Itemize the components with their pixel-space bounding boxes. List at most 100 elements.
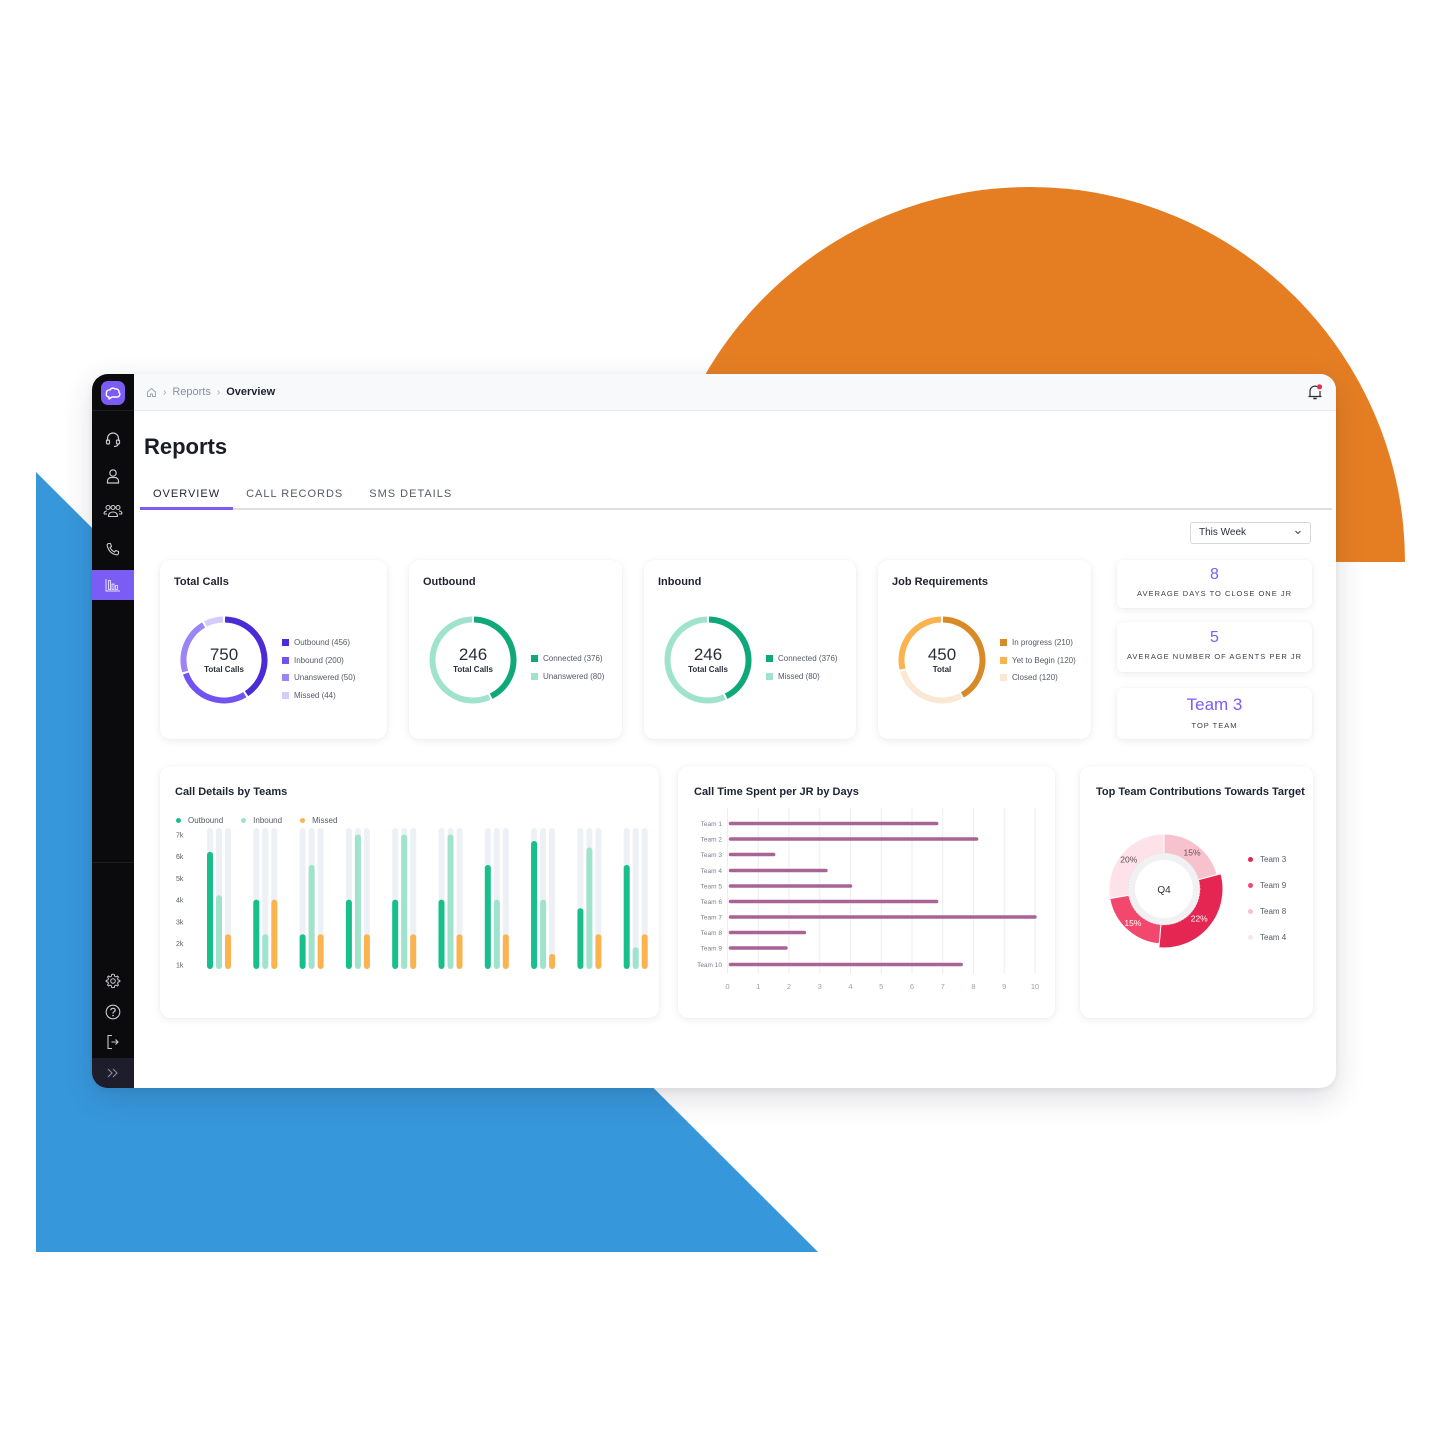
call-time-hbar-chart: 0 1 2 3 4 5 6 7 8 9 10 Team 1 Team 2 Team 3 Team 4 Team…: [697, 808, 1039, 991]
legend-label: Yet to Begin (120): [1012, 655, 1076, 665]
bar-outbound: [253, 899, 260, 969]
card-title: Inbound: [658, 576, 702, 588]
slice-percent-label: 20%: [1120, 854, 1137, 864]
inbound-card: Inbound 246 Total Calls Connected (376) Mis…: [644, 560, 856, 739]
legend-swatch: [1000, 639, 1007, 647]
bar-track: [549, 828, 556, 969]
donut-chart: 246 Total Calls: [662, 614, 754, 706]
card-title: Total Calls: [174, 576, 229, 588]
breadcrumb-reports[interactable]: Reports: [172, 386, 211, 398]
y-tick-label: 3k: [176, 919, 184, 926]
bar-inbound: [540, 899, 547, 969]
legend-label: Missed (44): [294, 690, 336, 700]
breadcrumb-separator: ›: [216, 386, 221, 398]
headset-icon: [105, 431, 121, 447]
stat-value: Team 3: [1186, 695, 1243, 714]
bar-outbound: [207, 851, 213, 969]
donut-total: 246: [693, 645, 723, 664]
bar-inbound: [262, 934, 269, 969]
call-time-spent-card: Call Time Spent per JR by Days 012345678…: [678, 766, 1055, 1018]
bar-outbound: [531, 841, 538, 969]
legend-item: Unanswered (80): [531, 668, 604, 686]
x-tick-label: 4: [848, 982, 852, 991]
legend-label: In progress (210): [1012, 638, 1073, 648]
home-icon[interactable]: [146, 387, 157, 398]
x-tick-label: 2: [787, 982, 791, 991]
bar-inbound: [493, 899, 500, 969]
legend-dot: [1248, 934, 1253, 940]
legend-label: Missed (80): [778, 671, 820, 681]
donut-center: 450 Total: [896, 614, 988, 706]
stat-card-top-team: Team 3 TOP TEAM: [1117, 688, 1312, 739]
x-tick-label: 0: [725, 982, 729, 991]
breadcrumb-current: Overview: [226, 386, 276, 398]
bar-missed: [410, 934, 417, 969]
logout-icon: [107, 1034, 119, 1050]
sidebar-item-reports[interactable]: [92, 570, 134, 600]
stat-value: 5: [1210, 629, 1219, 646]
donut-total-label: Total Calls: [204, 665, 244, 674]
date-range-select[interactable]: This Week: [1190, 522, 1311, 544]
donut-total-label: Total: [932, 665, 952, 674]
legend-label: Connected (376): [778, 654, 838, 664]
y-tick-label: Team 8: [701, 930, 723, 937]
donut-total: 450: [927, 645, 957, 664]
bar-missed: [456, 934, 463, 969]
y-tick-label: Team 2: [701, 837, 723, 844]
bar-missed: [641, 934, 648, 969]
donut-chart: 450 Total: [896, 614, 988, 706]
app-logo[interactable]: [101, 381, 125, 405]
sidebar-item-logout[interactable]: [92, 1027, 134, 1057]
x-tick-label: 3: [818, 982, 822, 991]
notification-dot: [1316, 384, 1323, 390]
stat-label: AVERAGE DAYS TO CLOSE ONE JR: [1137, 589, 1292, 598]
bar-inbound: [354, 834, 361, 969]
y-tick-label: Team 6: [701, 899, 723, 906]
legend-item: Team 3: [1248, 846, 1286, 872]
top-team-contributions-card: Top Team Contributions Towards Target Q4…: [1080, 766, 1313, 1018]
bar-outbound: [438, 899, 445, 969]
sidebar-item-contacts[interactable]: [92, 461, 134, 491]
bar-outbound: [345, 899, 352, 969]
sidebar-expand-button[interactable]: [92, 1058, 134, 1088]
call-details-bar-chart: 1k2k3k4k5k6k7kTeam 1Team 2Team 3Team 4Te…: [176, 828, 648, 970]
user-icon: [106, 469, 120, 484]
sidebar-item-teams[interactable]: [92, 496, 134, 526]
bar-missed: [595, 934, 602, 969]
sidebar-item-calls-center[interactable]: [92, 424, 134, 454]
card-title: Outbound: [423, 576, 476, 588]
legend-item: In progress (210): [1000, 634, 1076, 652]
legend-item: Team 4: [1248, 924, 1286, 950]
legend-swatch: [282, 656, 289, 664]
donut-legend: Outbound (456) Inbound (200) Unanswered (5…: [282, 634, 355, 704]
date-range-value: This Week: [1199, 527, 1247, 538]
legend-item: Team 9: [1248, 872, 1286, 898]
bell-icon: [1308, 384, 1323, 400]
sidebar-item-dialer[interactable]: [92, 534, 134, 564]
x-tick-label: 1: [756, 982, 760, 991]
legend-label: Inbound (200): [294, 655, 344, 665]
bar-outbound: [577, 908, 584, 969]
y-tick-label: Team 4: [701, 868, 723, 875]
legend-item: Unanswered (50): [282, 669, 355, 687]
call-details-by-teams-card: Call Details by Teams Outbound Inbound M…: [160, 766, 659, 1018]
notifications-button[interactable]: [1306, 383, 1324, 401]
stat-card-avg-agents: 5 AVERAGE NUMBER OF AGENTS PER JR: [1117, 622, 1312, 672]
stat-card-avg-days: 8 AVERAGE DAYS TO CLOSE ONE JR: [1117, 560, 1312, 608]
y-tick-label: Team 5: [701, 884, 723, 891]
x-tick-label: 6: [910, 982, 914, 991]
sidebar-item-settings[interactable]: [92, 966, 134, 996]
donut-legend: Connected (376) Missed (80): [766, 650, 838, 685]
tab-call-records[interactable]: CALL RECORDS: [233, 482, 356, 510]
legend-swatch: [766, 655, 773, 663]
legend-swatch: [531, 655, 538, 663]
sidebar-divider: [92, 410, 134, 411]
card-title: Job Requirements: [892, 576, 988, 588]
sidebar: [92, 374, 134, 1088]
sidebar-item-help[interactable]: [92, 997, 134, 1027]
app-window: › Reports › Overview Reports OVERVIEW CA…: [92, 374, 1336, 1088]
tab-overview[interactable]: OVERVIEW: [140, 482, 234, 510]
tab-sms-details[interactable]: SMS DETAILS: [356, 482, 465, 510]
legend-swatch: [282, 691, 289, 699]
legend-item: Outbound (456): [282, 634, 355, 652]
